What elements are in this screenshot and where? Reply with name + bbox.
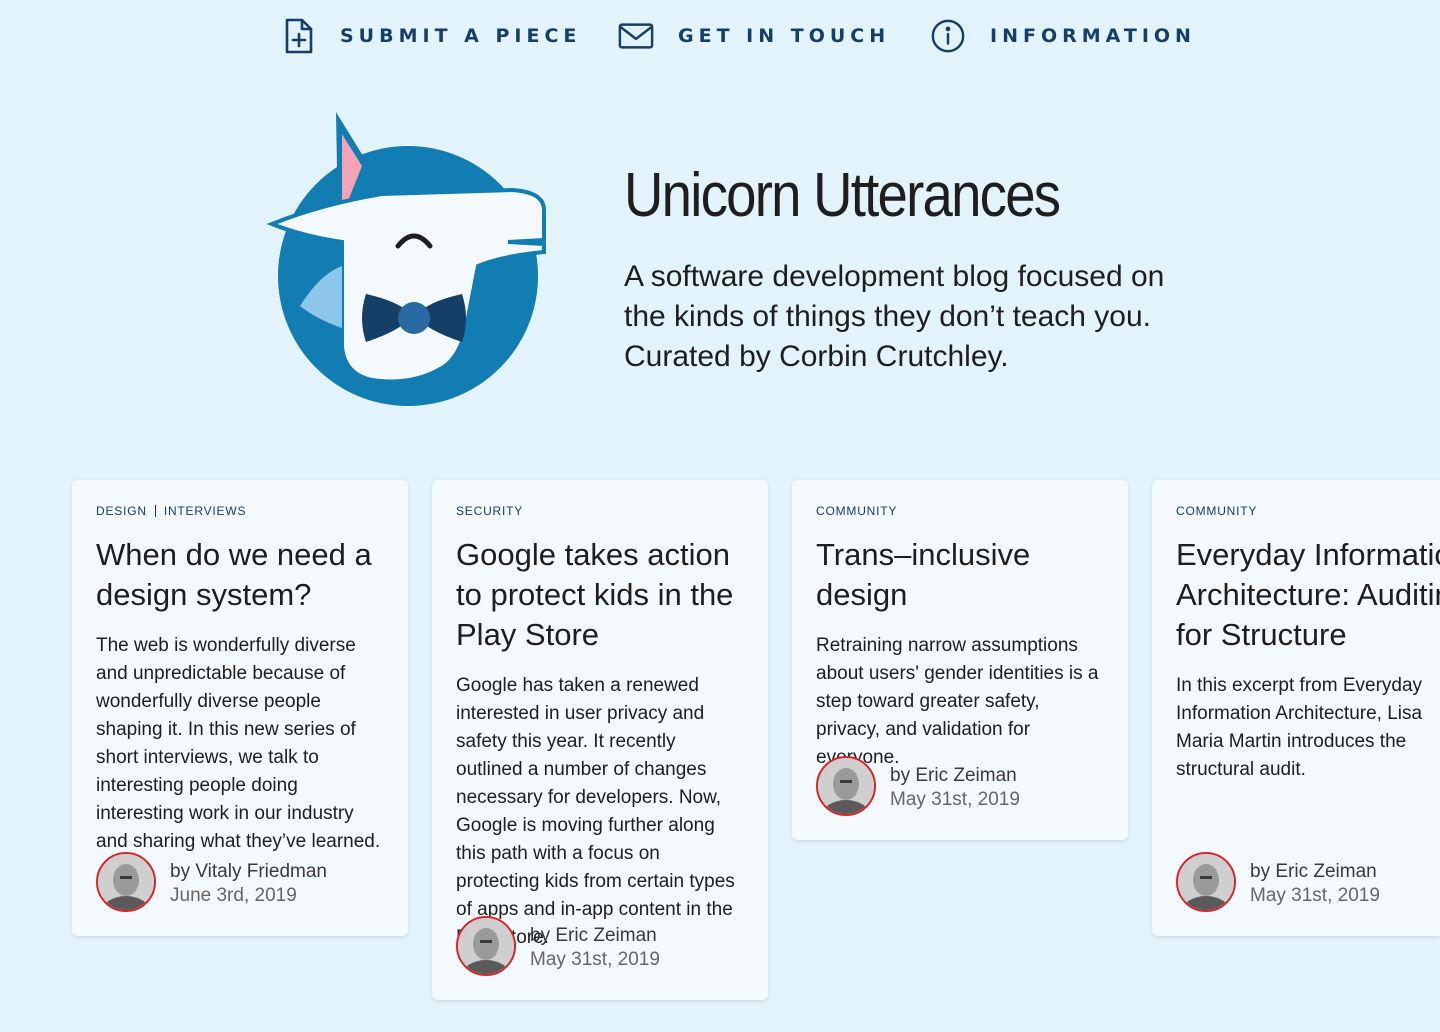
post-title[interactable]: When do we need a design system? xyxy=(96,535,384,615)
avatar[interactable] xyxy=(456,916,516,976)
post-excerpt: Google has taken a renewed interested in… xyxy=(456,675,735,948)
avatar[interactable] xyxy=(816,756,876,816)
nav-submit-a-piece[interactable]: SUBMIT A PIECE xyxy=(280,16,581,56)
post-card[interactable]: DESIGN INTERVIEWS When do we need a desi… xyxy=(72,480,408,936)
post-author: by Eric Zeiman May 31st, 2019 xyxy=(816,756,1020,816)
post-card[interactable]: COMMUNITY Trans–inclusive design Retrain… xyxy=(792,480,1128,840)
unicorn-logo xyxy=(262,106,552,410)
post-excerpt: Retraining narrow assumptions about user… xyxy=(816,635,1099,768)
post-tags: DESIGN INTERVIEWS xyxy=(96,504,384,518)
post-card[interactable]: COMMUNITY Everyday Information Architect… xyxy=(1152,480,1440,936)
post-author: by Eric Zeiman May 31st, 2019 xyxy=(1176,852,1380,912)
author-meta: by Eric Zeiman May 31st, 2019 xyxy=(530,924,660,972)
tag-link[interactable]: COMMUNITY xyxy=(1176,504,1257,518)
post-excerpt: The web is wonderfully diverse and unpre… xyxy=(96,635,381,852)
avatar[interactable] xyxy=(1176,852,1236,912)
post-author: by Vitaly Friedman June 3rd, 2019 xyxy=(96,852,327,912)
post-title[interactable]: Google takes action to protect kids in t… xyxy=(456,535,744,655)
post-card[interactable]: SECURITY Google takes action to protect … xyxy=(432,480,768,1000)
author-name[interactable]: by Eric Zeiman xyxy=(530,924,660,948)
info-icon xyxy=(930,18,966,54)
file-plus-icon xyxy=(280,18,316,54)
nav-label: INFORMATION xyxy=(990,25,1196,47)
site-title: Unicorn Utterances xyxy=(624,161,1061,230)
nav-label: GET IN TOUCH xyxy=(678,25,891,47)
author-meta: by Eric Zeiman May 31st, 2019 xyxy=(890,764,1020,812)
author-meta: by Vitaly Friedman June 3rd, 2019 xyxy=(170,860,327,908)
post-excerpt: In this excerpt from Everyday Informatio… xyxy=(1176,675,1423,780)
post-date: June 3rd, 2019 xyxy=(170,885,297,906)
author-name[interactable]: by Eric Zeiman xyxy=(890,764,1020,788)
tag-link[interactable]: SECURITY xyxy=(456,504,523,518)
post-author: by Eric Zeiman May 31st, 2019 xyxy=(456,916,660,976)
nav-information[interactable]: INFORMATION xyxy=(930,16,1196,56)
post-title[interactable]: Everyday Information Architecture: Audit… xyxy=(1176,535,1440,655)
post-tags: COMMUNITY xyxy=(816,504,1104,518)
site-description: A software development blog focused on t… xyxy=(624,260,1165,373)
author-name[interactable]: by Vitaly Friedman xyxy=(170,860,327,884)
avatar[interactable] xyxy=(96,852,156,912)
nav-label: SUBMIT A PIECE xyxy=(340,25,582,47)
nav-get-in-touch[interactable]: GET IN TOUCH xyxy=(618,16,890,56)
author-meta: by Eric Zeiman May 31st, 2019 xyxy=(1250,860,1380,908)
post-date: May 31st, 2019 xyxy=(1250,885,1380,906)
author-name[interactable]: by Eric Zeiman xyxy=(1250,860,1380,884)
post-date: May 31st, 2019 xyxy=(530,949,660,970)
tag-divider xyxy=(154,505,156,517)
post-tags: SECURITY xyxy=(456,504,744,518)
tag-link[interactable]: INTERVIEWS xyxy=(164,504,246,518)
tag-link[interactable]: COMMUNITY xyxy=(816,504,897,518)
tag-link[interactable]: DESIGN xyxy=(96,504,147,518)
post-date: May 31st, 2019 xyxy=(890,789,1020,810)
post-tags: COMMUNITY xyxy=(1176,504,1416,518)
post-title[interactable]: Trans–inclusive design xyxy=(816,535,1104,615)
mail-icon xyxy=(618,18,654,54)
